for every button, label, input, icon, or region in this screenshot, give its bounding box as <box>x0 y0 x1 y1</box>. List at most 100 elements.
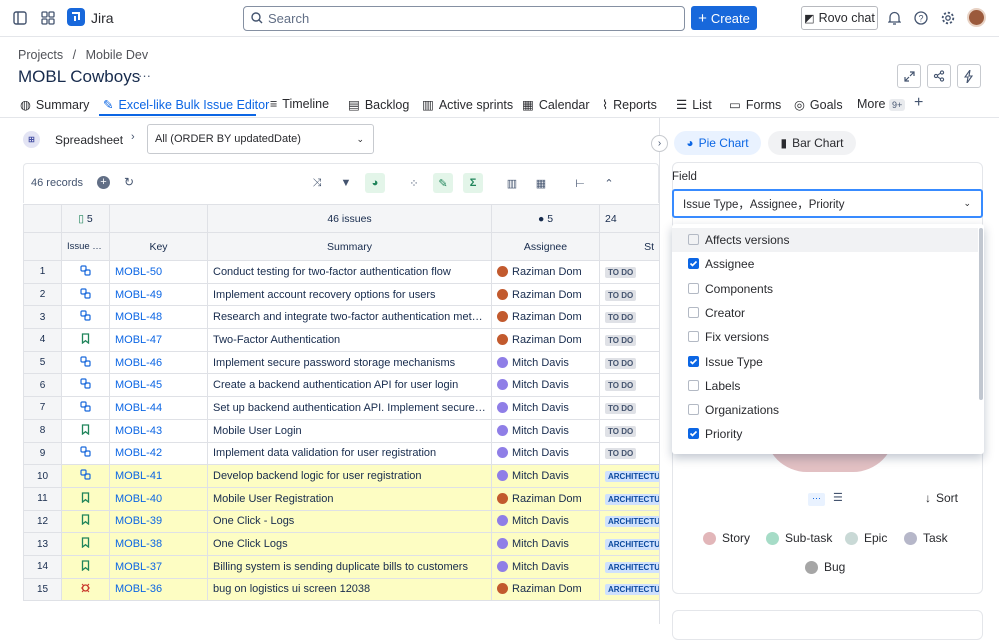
field-option[interactable]: Labels <box>672 374 978 398</box>
issue-type-cell[interactable] <box>61 260 110 284</box>
table-row[interactable]: 13 MOBL-38 One Click Logs Mitch Davis ARCHIT… <box>23 532 660 556</box>
issue-key-link[interactable]: MOBL-38 <box>115 538 162 550</box>
issue-type-cell[interactable] <box>61 396 110 420</box>
checkbox[interactable] <box>688 331 699 343</box>
table-row[interactable]: 11 MOBL-40 Mobile User Registration Raziman… <box>23 486 660 511</box>
assignee-cell[interactable]: Raziman Dom <box>491 486 600 511</box>
assignee-cell[interactable]: Raziman Dom <box>491 577 600 602</box>
issue-key-link[interactable]: MOBL-37 <box>115 561 162 573</box>
issue-key-link[interactable]: MOBL-44 <box>115 402 162 414</box>
assignee-cell[interactable]: Mitch Davis <box>491 509 600 534</box>
jql-filter-select[interactable]: All (ORDER BY updatedDate) ⌄ <box>147 124 374 154</box>
summary-cell[interactable]: bug on logistics ui screen 12038 <box>207 577 492 602</box>
summary-cell[interactable]: One Click - Logs <box>207 509 492 534</box>
issue-key-cell[interactable]: MOBL-49 <box>109 282 208 307</box>
settings-gear-icon[interactable] <box>940 10 956 26</box>
issue-type-cell[interactable] <box>61 418 110 443</box>
shuffle-icon[interactable]: ⤨ <box>307 173 327 193</box>
page-more-button[interactable]: ··· <box>138 68 151 83</box>
issue-type-column-header[interactable]: Issue Type <box>61 232 110 261</box>
app-name[interactable]: Jira <box>91 10 114 26</box>
assignee-cell[interactable]: Mitch Davis <box>491 350 600 375</box>
assignee-cell[interactable]: Mitch Davis <box>491 418 600 443</box>
issue-type-cell[interactable] <box>61 486 110 511</box>
table-row[interactable]: 6 MOBL-45 Create a backend authentication … <box>23 373 660 398</box>
status-cell[interactable]: ARCHITECTU <box>599 532 660 556</box>
legend-item[interactable]: Sub-task <box>766 531 832 545</box>
summary-cell[interactable]: Create a backend authentication API for … <box>207 373 492 398</box>
table-row[interactable]: 4 MOBL-47 Two-Factor Authentication Raziman… <box>23 328 660 352</box>
columns-icon[interactable]: ▥ <box>502 173 522 193</box>
tab-backlog[interactable]: ▤ Backlog <box>348 97 409 112</box>
list-legend-icon[interactable]: ☰ <box>833 491 843 504</box>
status-cell[interactable]: TO DO <box>599 260 660 284</box>
assignee-cell[interactable]: Mitch Davis <box>491 464 600 488</box>
checkbox[interactable] <box>688 306 699 318</box>
summary-group-header[interactable]: 46 issues <box>207 204 492 233</box>
issue-key-cell[interactable]: MOBL-47 <box>109 328 208 352</box>
pie-chart-icon[interactable]: ◕ <box>365 173 385 193</box>
highlight-icon[interactable]: ✎ <box>433 173 453 193</box>
sidebar-toggle-icon[interactable] <box>12 10 28 26</box>
issue-type-cell[interactable] <box>61 373 110 398</box>
checkbox[interactable] <box>688 234 699 245</box>
issue-type-cell[interactable] <box>61 350 110 375</box>
tab-reports[interactable]: ⌇ Reports <box>602 97 657 112</box>
issue-key-cell[interactable]: MOBL-37 <box>109 554 208 579</box>
issue-key-link[interactable]: MOBL-36 <box>115 583 162 595</box>
legend-item[interactable]: Bug <box>805 560 845 574</box>
assignee-cell[interactable]: Raziman Dom <box>491 282 600 307</box>
field-option[interactable]: Priority <box>672 422 978 446</box>
status-cell[interactable]: TO DO <box>599 305 660 330</box>
create-button[interactable]: + Create <box>691 6 757 30</box>
issue-key-link[interactable]: MOBL-46 <box>115 357 162 369</box>
add-tab-plus-icon[interactable]: + <box>914 94 923 112</box>
tab-timeline[interactable]: ≡ Timeline <box>270 97 329 111</box>
field-option[interactable]: Components <box>672 277 978 301</box>
table-row[interactable]: 2 MOBL-49 Implement account recovery optio… <box>23 282 660 307</box>
jira-logo-icon[interactable] <box>67 8 85 26</box>
table-row[interactable]: 14 MOBL-37 Billing system is sending dupli… <box>23 554 660 579</box>
status-cell[interactable]: TO DO <box>599 441 660 466</box>
status-cell[interactable]: TO DO <box>599 282 660 307</box>
issue-key-link[interactable]: MOBL-43 <box>115 425 162 437</box>
assignee-cell[interactable]: Mitch Davis <box>491 396 600 420</box>
assignee-cell[interactable]: Mitch Davis <box>491 532 600 556</box>
issue-key-cell[interactable]: MOBL-46 <box>109 350 208 375</box>
issue-type-cell[interactable] <box>61 532 110 556</box>
assignee-group-header[interactable]: ● 5 <box>491 204 600 233</box>
rovo-chat-button[interactable]: ◩ Rovo chat <box>801 6 878 30</box>
tab-more[interactable]: More 9+ <box>857 97 906 111</box>
issue-key-link[interactable]: MOBL-45 <box>115 379 162 391</box>
status-cell[interactable]: ARCHITECTU <box>599 577 660 602</box>
expand-icon[interactable] <box>897 64 921 88</box>
issue-key-cell[interactable]: MOBL-39 <box>109 509 208 534</box>
status-column-header[interactable]: St <box>599 232 660 261</box>
tab-list[interactable]: ☰ List <box>676 97 712 112</box>
summary-cell[interactable]: Conduct testing for two-factor authentic… <box>207 260 492 284</box>
view-name[interactable]: Spreadsheet <box>55 133 123 147</box>
summary-cell[interactable]: Billing system is sending duplicate bill… <box>207 554 492 579</box>
summary-cell[interactable]: Implement account recovery options for u… <box>207 282 492 307</box>
tab-active-sprints[interactable]: ▥ Active sprints <box>422 97 513 112</box>
legend-item[interactable]: Epic <box>845 531 887 545</box>
status-cell[interactable]: TO DO <box>599 418 660 443</box>
user-avatar[interactable] <box>967 8 986 27</box>
legend-item[interactable]: Task <box>904 531 948 545</box>
summary-cell[interactable]: Research and integrate two-factor authen… <box>207 305 492 330</box>
help-icon[interactable]: ? <box>913 10 929 26</box>
status-cell[interactable]: ARCHITECTU <box>599 554 660 579</box>
summary-cell[interactable]: Set up backend authentication API. Imple… <box>207 396 492 420</box>
breadcrumb-projects[interactable]: Projects <box>18 48 63 62</box>
checkbox[interactable] <box>688 404 699 416</box>
issue-key-link[interactable]: MOBL-50 <box>115 266 162 278</box>
issue-key-link[interactable]: MOBL-42 <box>115 447 162 459</box>
table-row[interactable]: 10 MOBL-41 Develop backend logic for user … <box>23 464 660 488</box>
type-group-header[interactable]: ▯ 5 <box>61 204 110 233</box>
issue-key-cell[interactable]: MOBL-41 <box>109 464 208 488</box>
issue-key-link[interactable]: MOBL-40 <box>115 493 162 505</box>
issue-key-cell[interactable]: MOBL-38 <box>109 532 208 556</box>
assignee-cell[interactable]: Mitch Davis <box>491 554 600 579</box>
status-cell[interactable]: ARCHITECTU <box>599 464 660 488</box>
assignee-column-header[interactable]: Assignee <box>491 232 600 261</box>
